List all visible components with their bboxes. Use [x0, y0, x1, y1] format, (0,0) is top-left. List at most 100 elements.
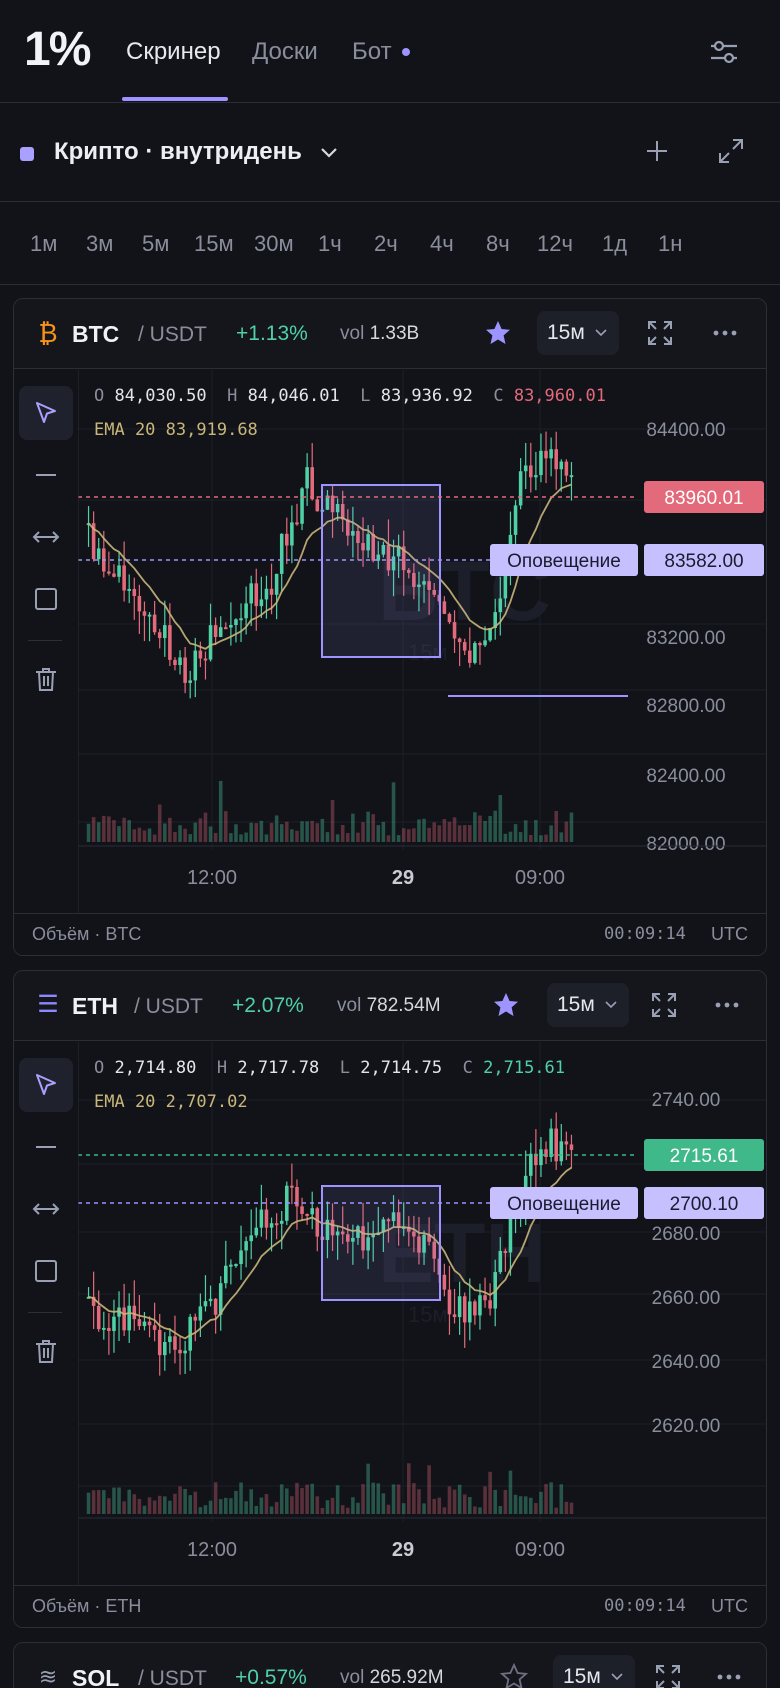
- symbol[interactable]: BTC: [72, 321, 119, 348]
- candle-body: [503, 572, 508, 599]
- card-footer: Объём · ETH 00:09:14 UTC: [14, 1585, 766, 1627]
- candle-body: [473, 642, 477, 663]
- interval-1d[interactable]: 1д: [602, 231, 627, 257]
- expand-icon[interactable]: [646, 319, 674, 347]
- timeframe-select[interactable]: 15м: [547, 983, 629, 1027]
- timezone[interactable]: UTC: [711, 924, 748, 945]
- volume-bar: [137, 827, 142, 842]
- chevron-down-icon[interactable]: [318, 142, 340, 164]
- tab-screener[interactable]: Скринер: [126, 38, 221, 66]
- volume-bar: [249, 822, 253, 842]
- fullscreen-icon[interactable]: [716, 136, 746, 166]
- alert-label[interactable]: Оповещение: [507, 1194, 621, 1215]
- tab-bot[interactable]: Бот: [352, 38, 392, 66]
- expand-icon[interactable]: [654, 1663, 682, 1688]
- volume-bar: [376, 1483, 381, 1514]
- volume-bar: [452, 817, 457, 842]
- interval-5m[interactable]: 5м: [142, 231, 169, 257]
- board-name[interactable]: Крипто · внутридень: [54, 138, 302, 166]
- card-header: ☰ ETH / USDT +2.07% vol 782.54M 15м: [14, 971, 766, 1041]
- volume-bar: [366, 811, 370, 842]
- cursor-tool[interactable]: [19, 386, 73, 440]
- interval-8h[interactable]: 8ч: [486, 231, 510, 257]
- volume-bar: [224, 1497, 228, 1514]
- toolbar-divider: [28, 640, 62, 641]
- volume-bar: [300, 821, 304, 842]
- interval-2h[interactable]: 2ч: [374, 231, 398, 257]
- volume-bar: [457, 825, 462, 842]
- volume-bar: [412, 828, 416, 842]
- line-tool[interactable]: [19, 448, 73, 502]
- add-icon[interactable]: [642, 136, 672, 166]
- price-change: +0.57%: [235, 1666, 307, 1688]
- volume-bar: [569, 812, 574, 842]
- interval-3m[interactable]: 3м: [86, 231, 113, 257]
- candle-body: [244, 1241, 248, 1251]
- candle-body: [203, 658, 208, 661]
- more-icon[interactable]: [712, 325, 738, 341]
- expand-icon[interactable]: [650, 991, 678, 1019]
- line-tool[interactable]: [19, 1120, 73, 1174]
- range-tool[interactable]: [19, 1182, 73, 1236]
- price-chart[interactable]: ETH15м2740.002680.002660.002640.002620.0…: [78, 1042, 767, 1585]
- delete-tool[interactable]: [19, 1324, 73, 1378]
- timeframe-select[interactable]: 15м: [537, 311, 619, 355]
- interval-30m[interactable]: 30м: [254, 231, 294, 257]
- candle-body: [218, 627, 223, 637]
- interval-12h[interactable]: 12ч: [537, 231, 573, 257]
- card-header: ≋ SOL / USDT +0.57% vol 265.92M 15м: [14, 1643, 766, 1688]
- volume-bar: [559, 1484, 564, 1514]
- volume-bar: [335, 1485, 340, 1514]
- cursor-tool[interactable]: [19, 1058, 73, 1112]
- candle-body: [274, 1223, 279, 1226]
- timeframe-select[interactable]: 15м: [553, 1655, 635, 1688]
- drawn-rectangle[interactable]: [321, 484, 441, 658]
- rectangle-tool[interactable]: [19, 1244, 73, 1298]
- volume-bar: [381, 1493, 386, 1514]
- price-axis-label: 2660.00: [652, 1288, 721, 1309]
- last-price-label: 83960.01: [664, 488, 743, 509]
- star-icon[interactable]: [492, 991, 520, 1019]
- ema-readout: EMA 20 83,919.68: [94, 420, 258, 440]
- ohlc-readout: O 84,030.50 H 84,046.01 L 83,936.92 C 83…: [94, 386, 606, 406]
- app-logo[interactable]: 1%: [24, 22, 91, 77]
- rectangle-tool[interactable]: [19, 572, 73, 626]
- solana-icon: ≋: [38, 1664, 58, 1688]
- interval-1h[interactable]: 1ч: [318, 231, 342, 257]
- more-icon[interactable]: [714, 997, 740, 1013]
- star-icon[interactable]: [484, 319, 512, 347]
- tab-boards[interactable]: Доски: [252, 38, 318, 66]
- star-outline-icon[interactable]: [500, 1663, 528, 1688]
- interval-4h[interactable]: 4ч: [430, 231, 454, 257]
- candle-body: [96, 548, 101, 560]
- candle-body: [132, 1305, 137, 1320]
- quote-currency: / USDT: [134, 995, 203, 1018]
- price-axis-label: 82400.00: [646, 766, 725, 787]
- volume: vol 782.54M: [337, 995, 441, 1016]
- volume-bar: [163, 1496, 167, 1514]
- alert-price-label: 83582.00: [664, 551, 743, 572]
- alert-label[interactable]: Оповещение: [507, 551, 621, 572]
- volume-bar: [356, 1502, 360, 1514]
- volume-bar: [569, 1502, 574, 1514]
- volume-bar: [142, 1505, 147, 1514]
- volume-bar: [142, 830, 147, 842]
- filter-settings-icon[interactable]: [708, 36, 740, 68]
- candle-body: [569, 475, 574, 478]
- timezone[interactable]: UTC: [711, 1596, 748, 1617]
- price-chart[interactable]: BTC15м84400.0083200.0082800.0082400.0082…: [78, 370, 767, 913]
- interval-1w[interactable]: 1н: [658, 231, 682, 257]
- volume-bar: [335, 834, 340, 842]
- interval-15m[interactable]: 15м: [194, 231, 234, 257]
- candle-body: [529, 465, 533, 478]
- delete-tool[interactable]: [19, 652, 73, 706]
- more-icon[interactable]: [716, 1669, 742, 1685]
- candle-body: [452, 622, 457, 639]
- symbol[interactable]: SOL: [72, 1665, 119, 1688]
- range-tool[interactable]: [19, 510, 73, 564]
- interval-1m[interactable]: 1м: [30, 231, 57, 257]
- volume-bar: [269, 1506, 274, 1514]
- chart-area[interactable]: BTC15м84400.0083200.0082800.0082400.0082…: [78, 370, 767, 913]
- symbol[interactable]: ETH: [72, 993, 118, 1020]
- chart-area[interactable]: ETH 15м 2740.00 2680.00 2660.00 2640.00 2620.0…: [78, 1042, 767, 1585]
